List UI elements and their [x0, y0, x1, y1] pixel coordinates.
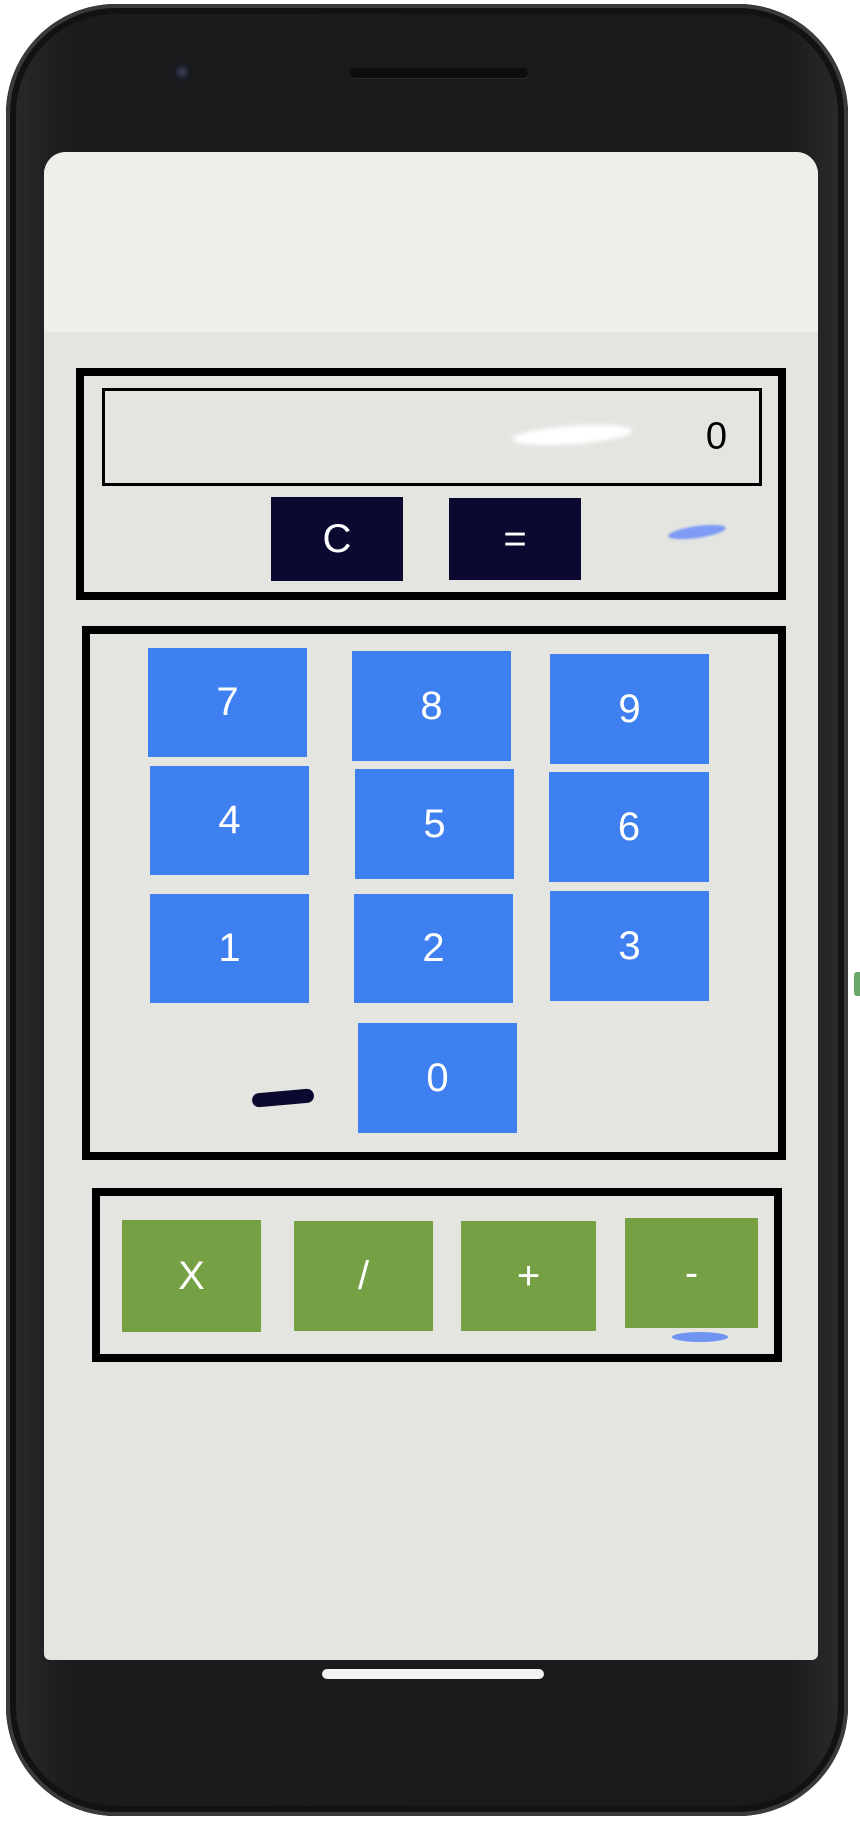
clear-button[interactable]: C	[271, 497, 403, 581]
digit-1-button[interactable]: 1	[150, 894, 309, 1003]
multiply-button[interactable]: X	[122, 1220, 261, 1332]
side-button[interactable]	[854, 972, 860, 996]
digit-3-button[interactable]: 3	[550, 891, 709, 1001]
phone-body: 0 C = 7 8 9 4 5 6 1 2 3 0 X / + -	[6, 4, 860, 1816]
photo-frame: 0 C = 7 8 9 4 5 6 1 2 3 0 X / + -	[0, 0, 860, 1824]
front-camera-icon	[172, 62, 192, 82]
subtract-button[interactable]: -	[625, 1218, 758, 1328]
equals-button[interactable]: =	[449, 498, 581, 580]
home-indicator[interactable]	[322, 1669, 544, 1679]
display-value: 0	[705, 415, 727, 458]
digit-0-button[interactable]: 0	[358, 1023, 517, 1133]
earpiece-speaker	[350, 68, 528, 78]
result-display: 0	[102, 388, 762, 486]
digit-4-button[interactable]: 4	[150, 766, 309, 875]
digit-2-button[interactable]: 2	[354, 894, 513, 1003]
digit-6-button[interactable]: 6	[549, 772, 709, 882]
digit-5-button[interactable]: 5	[355, 769, 514, 879]
divide-button[interactable]: /	[294, 1221, 433, 1331]
blue-underline	[672, 1332, 728, 1342]
digit-9-button[interactable]: 9	[550, 654, 709, 764]
digit-8-button[interactable]: 8	[352, 651, 511, 761]
status-bar	[44, 152, 818, 332]
calculator-screen: 0 C = 7 8 9 4 5 6 1 2 3 0 X / + -	[44, 152, 818, 1660]
add-button[interactable]: +	[461, 1221, 596, 1331]
digit-7-button[interactable]: 7	[148, 648, 307, 757]
